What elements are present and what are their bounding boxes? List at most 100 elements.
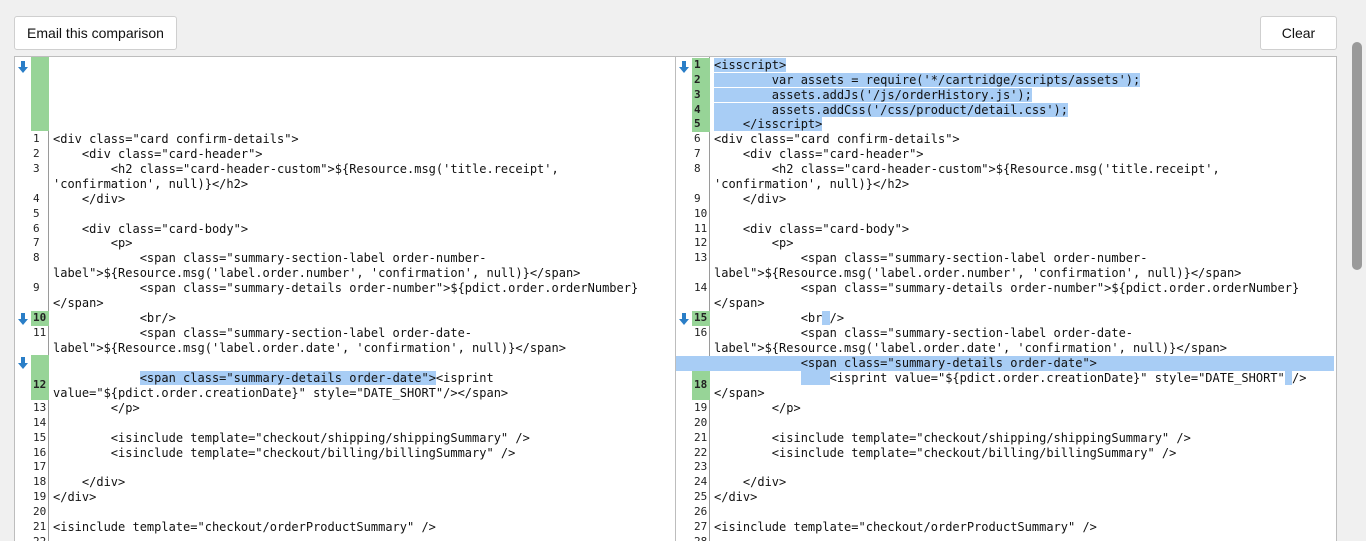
code-line: <span class="summary-section-label order…: [53, 251, 487, 265]
code-line-changed: <span class="summary-details order-date"…: [53, 371, 673, 386]
code-line: label">${Resource.msg('label.order.date'…: [53, 341, 566, 355]
line-number: 21: [33, 520, 47, 533]
line-number: 18: [33, 475, 47, 488]
code-line: <div class="card-header">: [53, 147, 263, 161]
line-number: 3: [692, 88, 710, 103]
down-arrow-icon[interactable]: [17, 60, 29, 74]
code-line: label">${Resource.msg('label.order.date'…: [714, 341, 1227, 355]
line-number: 19: [694, 401, 708, 414]
right-code-area[interactable]: <isscript> var assets = require('*/cartr…: [676, 57, 1336, 541]
line-number: 2: [33, 147, 40, 160]
line-number: 25: [694, 490, 708, 503]
code-line: <div class="card-body">: [714, 222, 910, 236]
line-number: 24: [694, 475, 708, 488]
code-line: <div class="card-header">: [714, 147, 924, 161]
code-line: </div>: [53, 192, 126, 206]
code-line: label">${Resource.msg('label.order.numbe…: [714, 266, 1242, 280]
line-number: 22: [694, 446, 708, 459]
line-number: 9: [694, 192, 701, 205]
line-number: 14: [33, 416, 47, 429]
code-line: <h2 class="card-header-custom">${Resourc…: [714, 162, 1220, 176]
left-added-block-marker: [31, 57, 49, 131]
page-scrollbar-thumb[interactable]: [1352, 42, 1362, 270]
line-number: 27: [694, 520, 708, 533]
code-line: </span>: [714, 386, 765, 400]
code-line-added: assets.addCss('/css/product/detail.css')…: [714, 103, 1334, 118]
right-diff-pane[interactable]: 1 2 3 4 5 6 7 8 9 10 11 12 13 14 15 16 1…: [675, 56, 1337, 541]
email-comparison-button[interactable]: Email this comparison: [14, 16, 177, 50]
down-arrow-icon[interactable]: [17, 312, 29, 326]
code-line: <isinclude template="checkout/orderProdu…: [53, 520, 436, 534]
line-number: 22: [31, 535, 49, 541]
code-line: <div class="card-body">: [53, 222, 249, 236]
code-line: value="${pdict.order.creationDate}" styl…: [53, 386, 509, 400]
line-number: 15: [33, 431, 47, 444]
down-arrow-icon[interactable]: [17, 356, 29, 370]
code-line: 'confirmation', null)}</h2>: [53, 177, 249, 191]
line-number: 1: [33, 132, 40, 145]
line-number: 12: [694, 236, 708, 249]
code-line: <div class="card confirm-details">: [53, 132, 299, 146]
line-number: 11: [694, 222, 708, 235]
line-number: 7: [694, 147, 701, 160]
line-number: 16: [33, 446, 47, 459]
line-number: 16: [694, 326, 708, 339]
line-number: 13: [33, 401, 47, 414]
line-number: 10: [31, 311, 49, 326]
code-line-added: var assets = require('*/cartridge/script…: [714, 73, 1334, 88]
line-number: 18: [694, 378, 708, 391]
line-number: 6: [694, 132, 701, 145]
added-text-highlight: </isscript>: [714, 117, 823, 131]
clear-all-button[interactable]: Clear all: [1260, 16, 1337, 73]
changed-text-highlight: [1284, 371, 1292, 385]
code-segment: <br: [714, 311, 823, 325]
code-line: <h2 class="card-header-custom">${Resourc…: [53, 162, 559, 176]
code-line: </div>: [53, 475, 126, 489]
line-number: 10: [694, 207, 708, 220]
code-segment: <isprint value="${pdict.order.creationDa…: [829, 371, 1285, 385]
left-diff-pane[interactable]: 1 2 3 4 5 6 7 8 9 10 11 12 13 14 15 16 1…: [14, 56, 676, 541]
line-number: 13: [694, 251, 708, 264]
line-number: 12: [31, 378, 49, 393]
code-line: <span class="summary-section-label order…: [714, 251, 1148, 265]
down-arrow-icon[interactable]: [678, 312, 690, 326]
code-line: </span>: [53, 296, 104, 310]
right-line-number-gutter: 1 2 3 4 5 6 7 8 9 10 11 12 13 14 15 16 1…: [692, 57, 710, 541]
code-segment: />: [1292, 371, 1307, 385]
code-line-added: <isscript>: [714, 58, 1334, 73]
added-text-highlight: <isscript>: [714, 58, 787, 72]
line-number: 14: [694, 281, 708, 294]
code-line: <span class="summary-section-label order…: [53, 326, 473, 340]
code-line: <div class="card confirm-details">: [714, 132, 960, 146]
code-line: <span class="summary-details order-numbe…: [714, 281, 1300, 295]
code-segment: />: [829, 311, 845, 325]
line-number: 8: [33, 251, 40, 264]
left-code-area[interactable]: <div class="card confirm-details"> <div …: [51, 57, 675, 541]
code-line: <span class="summary-section-label order…: [714, 326, 1134, 340]
code-line: </span>: [714, 296, 765, 310]
line-number: 17: [33, 460, 47, 473]
down-arrow-icon[interactable]: [678, 60, 690, 74]
code-line: label">${Resource.msg('label.order.numbe…: [53, 266, 581, 280]
code-line: </div>: [53, 490, 97, 504]
line-number: 11: [33, 326, 47, 339]
added-text-highlight: assets.addJs('/js/orderHistory.js');: [714, 88, 1032, 102]
changed-text-highlight: <span class="summary-details order-date"…: [139, 371, 436, 385]
left-line-number-gutter: 1 2 3 4 5 6 7 8 9 10 11 12 13 14 15 16 1…: [31, 57, 49, 541]
code-line: </div>: [714, 475, 787, 489]
line-number: 5: [33, 207, 40, 220]
line-number: 23: [694, 460, 708, 473]
changed-text-highlight: [822, 311, 830, 325]
code-segment: <isprint: [435, 371, 494, 385]
changed-text-highlight: [800, 371, 830, 385]
line-number: 21: [694, 431, 708, 444]
code-line: <isinclude template="checkout/orderProdu…: [714, 520, 1097, 534]
code-line-added: assets.addJs('/js/orderHistory.js');: [714, 88, 1334, 103]
line-number: 28: [692, 535, 710, 541]
line-number: 1: [692, 58, 710, 73]
code-line: <span class="summary-details order-numbe…: [53, 281, 639, 295]
code-line: </div>: [714, 490, 758, 504]
code-line: </p>: [53, 401, 140, 415]
code-line: <br/>: [53, 311, 176, 325]
